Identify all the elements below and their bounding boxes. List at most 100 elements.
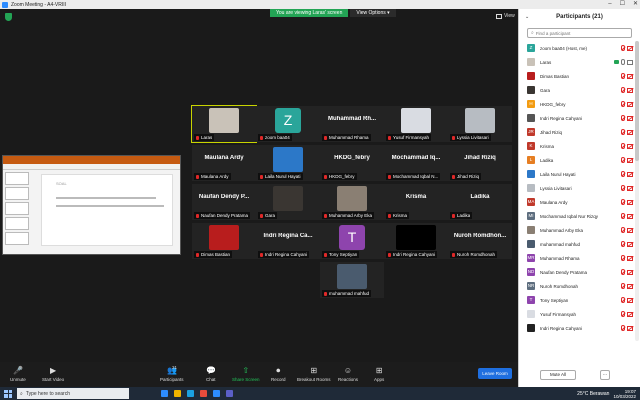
apps-button[interactable]: ⊞ Apps (374, 366, 384, 382)
participant-row[interactable]: Dimas Bastian (519, 69, 635, 83)
tile-participant-name: Jihad Riziq (457, 174, 480, 179)
muted-mic-icon (388, 135, 391, 140)
chat-button[interactable]: 💬 Chat (206, 366, 216, 382)
participant-row[interactable]: K Krisma (519, 139, 635, 153)
video-off-icon (627, 87, 633, 93)
participant-row[interactable]: ND Naufan Dendy Pratama (519, 265, 635, 279)
start-video-button[interactable]: ▶ Start Video (42, 366, 64, 382)
participant-row[interactable]: Indri Regina Cahyani (519, 321, 635, 335)
video-tile[interactable]: Maulana Ardy Maulana Ardy (192, 145, 256, 181)
maximize-icon[interactable]: ☐ (620, 1, 625, 8)
video-tile[interactable]: Dimas Bastian (192, 223, 256, 259)
windows-start-icon[interactable] (4, 389, 12, 398)
participant-row[interactable]: Laras (519, 55, 635, 69)
unmute-button[interactable]: 🎤 Unmute (10, 366, 26, 382)
video-tile[interactable]: Zzoom baa04 (256, 106, 320, 142)
control-label: Breakout Rooms (297, 377, 331, 382)
minimize-icon[interactable]: – (608, 1, 611, 8)
video-tile[interactable]: Indri Regina Ca... Indri Regina Cahyani (256, 223, 320, 259)
participant-row[interactable]: muhammad mahfud (519, 237, 635, 251)
scrollbar-thumb[interactable] (635, 41, 639, 161)
participant-row[interactable]: NR Nuroh Romdhonah (519, 279, 635, 293)
participant-row[interactable]: Zzoom baa04 (Host, me) (519, 41, 635, 55)
muted-mic-icon (621, 269, 625, 275)
leave-room-button[interactable]: Leave Room (478, 368, 512, 379)
muted-mic-icon (260, 252, 263, 257)
participant-row[interactable]: MI Mochammad Iqbal Nur Rizqy (519, 209, 635, 223)
taskbar-app-icon[interactable] (174, 390, 181, 397)
more-options-button[interactable]: ... (600, 370, 610, 380)
share-screen-icon: ⇧ (242, 366, 250, 375)
video-tile[interactable]: Indri Regina Cahyani (384, 223, 448, 259)
tile-participant-name: Muhammad Rhama (329, 135, 369, 140)
participant-search-input[interactable] (535, 30, 626, 36)
taskbar-app-icon[interactable] (187, 390, 194, 397)
video-tile[interactable]: T Tony Septiyan (320, 223, 384, 259)
video-tile[interactable]: Yusuf Firmansyah (384, 106, 448, 142)
video-tile[interactable]: muhammad mahfud (320, 262, 384, 298)
participants-button[interactable]: 👥 21 Participants (160, 365, 184, 382)
video-tile[interactable]: Jihad Riziq Jihad Riziq (448, 145, 512, 181)
participant-row[interactable]: MR Muhammad Rhama (519, 251, 635, 265)
view-options-button[interactable]: View Options ▾ (350, 9, 396, 17)
video-tile[interactable]: Ladika Ladika (448, 184, 512, 220)
chevron-down-icon[interactable]: ⌄ (525, 14, 529, 20)
participant-row[interactable]: T Tony Septiyan (519, 293, 635, 307)
participant-list-scrollbar[interactable] (635, 41, 639, 341)
video-tile[interactable]: Naufan Dendy P... Naufan Dendy Pratama (192, 184, 256, 220)
close-icon[interactable]: ✕ (633, 1, 638, 8)
share-screen-button[interactable]: ⇧ Share Screen (232, 366, 260, 382)
participant-name: muhammad mahfud (540, 241, 581, 247)
participant-row[interactable]: JR Jihad Riziq (519, 125, 635, 139)
clock[interactable]: 19:07 10/03/2022 (613, 389, 636, 399)
participant-search[interactable]: ⌕ (527, 28, 632, 38)
video-tile[interactable]: Laras (191, 105, 257, 143)
tile-participant-name: Ladika (457, 213, 471, 218)
video-tile[interactable]: Krisma Krisma (384, 184, 448, 220)
tile-display-name: Mochammad Iq... (391, 155, 441, 161)
video-tile[interactable]: Muhammad Arby Eka (320, 184, 384, 220)
reactions-button[interactable]: ☺ Reactions (338, 366, 358, 382)
muted-mic-icon (621, 199, 625, 205)
view-button[interactable]: View (496, 13, 515, 19)
video-tile[interactable]: Gara (256, 184, 320, 220)
participant-row[interactable]: Yusuf Firmansyah (519, 307, 635, 321)
participant-row[interactable]: Lyssia Livitasari (519, 181, 635, 195)
taskbar-app-icon[interactable] (161, 390, 168, 397)
participant-row[interactable]: L Ladika (519, 153, 635, 167)
record-button[interactable]: ⏺ Record (271, 366, 286, 382)
participant-name: Tony Septiyan (540, 297, 569, 303)
tile-display-name: Maulana Ardy (204, 155, 244, 161)
participant-name: HKDG_febry (540, 101, 566, 107)
participant-row[interactable]: Muhammad Arby Eka (519, 223, 635, 237)
video-tile[interactable]: Nuroh Romdhon... Nuroh Romdhonah (448, 223, 512, 259)
tile-participant-name: zoom baa04 (265, 135, 290, 140)
video-tile[interactable]: Laila Nurul Hayati (256, 145, 320, 181)
breakout-rooms-button[interactable]: ⊞ Breakout Rooms (297, 366, 331, 382)
taskbar-app-icon[interactable] (213, 390, 220, 397)
video-tile[interactable]: Lyssia Livitasari (448, 106, 512, 142)
participant-row[interactable]: Laila Nurul Hayati (519, 167, 635, 181)
screen-share-icon (614, 60, 619, 64)
window-title: Zoom Meeting - A4-VRIII (11, 1, 67, 8)
muted-mic-icon (324, 213, 327, 218)
weather-label[interactable]: 25°C Berawan (577, 391, 609, 397)
taskbar-search[interactable]: ⌕ Type here to search (17, 388, 129, 399)
video-tile[interactable]: Mochammad Iq... Mochammad Iqbal N... (384, 145, 448, 181)
participant-row[interactable]: MA Maulana Ardy (519, 195, 635, 209)
panel-title: Participants (21) (556, 14, 603, 20)
participant-name: zoom baa04 (Host, me) (540, 45, 588, 51)
participant-row[interactable]: H HKDG_febry (519, 97, 635, 111)
participant-row[interactable]: Indri Regina Cahyani (519, 111, 635, 125)
participant-status-icons (621, 87, 633, 93)
participant-row[interactable]: Gara (519, 83, 635, 97)
taskbar-app-icon[interactable] (200, 390, 207, 397)
video-tile[interactable]: HKDG_febry HKDG_febry (320, 145, 384, 181)
video-tile[interactable]: Muhammad Rh... Muhammad Rhama (320, 106, 384, 142)
apps-icon: ⊞ (375, 366, 383, 375)
shared-screen[interactable]: SOAL (2, 155, 181, 255)
taskbar-app-icon[interactable] (226, 390, 233, 397)
muted-mic-icon (452, 213, 455, 218)
mute-all-button[interactable]: Mute All (540, 370, 576, 380)
security-shield-icon[interactable] (5, 13, 12, 21)
